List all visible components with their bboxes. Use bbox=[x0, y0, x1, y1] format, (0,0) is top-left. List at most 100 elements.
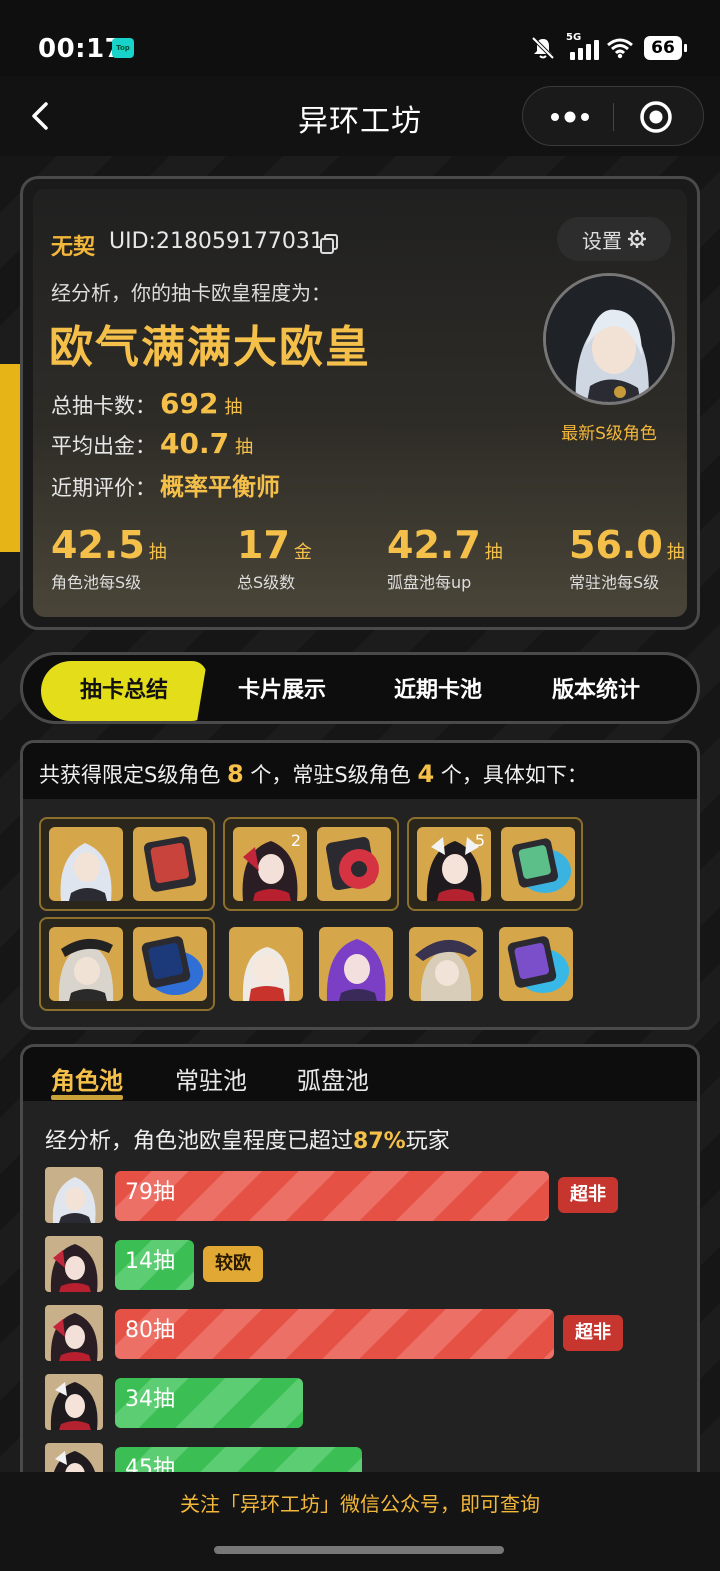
settings-label: 设置 bbox=[582, 228, 622, 253]
character-card[interactable]: 2 bbox=[233, 827, 307, 901]
avg-pulls-unit: 抽 bbox=[235, 437, 254, 458]
disc-art-icon bbox=[133, 827, 207, 901]
limited-count: 8 bbox=[227, 760, 244, 788]
total-pulls-label: 总抽卡数： bbox=[51, 394, 156, 418]
stat-total-s: 17 金 总S级数 bbox=[237, 523, 312, 593]
top-app-icon: Top bbox=[112, 38, 134, 58]
disc-card[interactable] bbox=[317, 827, 391, 901]
stat-label: 角色池每S级 bbox=[51, 573, 142, 592]
character-card[interactable] bbox=[319, 927, 393, 1001]
section-tabs: 抽卡总结 卡片展示 近期卡池 版本统计 bbox=[20, 652, 700, 724]
stat-unit: 抽 bbox=[148, 542, 167, 563]
disc-art-icon bbox=[317, 827, 391, 901]
avg-pulls-value: 40.7 bbox=[160, 427, 230, 460]
more-icon[interactable] bbox=[545, 109, 595, 125]
char-group[interactable]: 2 bbox=[223, 817, 399, 911]
avg-pulls-label: 平均出金： bbox=[51, 434, 156, 458]
rating-value: 概率平衡师 bbox=[160, 473, 280, 501]
footer-notice[interactable]: 关注「异环工坊」微信公众号，即可查询 bbox=[0, 1488, 720, 1517]
analysis-label: 经分析，你的抽卡欧皇程度为： bbox=[51, 281, 331, 305]
tab-summary[interactable]: 抽卡总结 bbox=[41, 661, 207, 721]
disc-card[interactable] bbox=[133, 827, 207, 901]
profile-card-inner: 无契 UID:218059177031 设置 经分析，你的抽卡欧皇程度为： 欧气… bbox=[33, 189, 687, 617]
bell-muted-icon bbox=[531, 36, 555, 60]
total-pulls-unit: 抽 bbox=[224, 397, 243, 418]
char-group[interactable] bbox=[39, 917, 215, 1011]
analysis-text: 玩家 bbox=[405, 1129, 450, 1154]
pull-row[interactable]: 34抽 bbox=[45, 1374, 685, 1432]
char-group[interactable]: 5 bbox=[407, 817, 583, 911]
disc-card[interactable] bbox=[499, 927, 573, 1001]
percentile-value: 87% bbox=[353, 1129, 406, 1154]
stat-label: 总S级数 bbox=[237, 573, 296, 592]
stat-label: 弧盘池每up bbox=[387, 573, 472, 592]
disc-art-icon bbox=[499, 927, 573, 1001]
total-pulls-line: 总抽卡数： 692 抽 bbox=[51, 387, 242, 420]
character-portrait-icon bbox=[49, 827, 123, 901]
pull-row[interactable]: 80抽 超非 bbox=[45, 1305, 685, 1363]
disc-card[interactable] bbox=[501, 827, 575, 901]
user-name: 无契 bbox=[51, 235, 96, 260]
miniprogram-capsule bbox=[522, 86, 704, 146]
stat-char-pool: 42.5 抽 角色池每S级 bbox=[51, 523, 167, 593]
tab-cards[interactable]: 卡片展示 bbox=[219, 661, 345, 721]
summary-stats: 42.5 抽 角色池每S级 17 金 总S级数 42.7 抽 弧盘池每up 56.0 抽… bbox=[33, 523, 687, 603]
pull-avatar bbox=[45, 1305, 103, 1361]
character-card[interactable] bbox=[409, 927, 483, 1001]
disc-card[interactable] bbox=[133, 927, 207, 1001]
stat-unit: 抽 bbox=[666, 542, 685, 563]
latest-s-avatar[interactable] bbox=[543, 273, 675, 405]
home-indicator[interactable] bbox=[214, 1546, 504, 1554]
pool-tab-standard[interactable]: 常驻池 bbox=[175, 1061, 247, 1096]
disc-art-icon bbox=[133, 927, 207, 1001]
character-portrait-icon bbox=[45, 1305, 103, 1361]
capsule-divider bbox=[613, 103, 614, 131]
stat-disc-pool: 42.7 抽 弧盘池每up bbox=[387, 523, 503, 593]
chars-header: 共获得限定S级角色 8 个，常驻S级角色 4 个，具体如下： bbox=[23, 743, 697, 799]
pool-tab-character[interactable]: 角色池 bbox=[51, 1061, 123, 1096]
pool-tab-disc[interactable]: 弧盘池 bbox=[297, 1061, 369, 1096]
luck-tag: 超非 bbox=[563, 1315, 623, 1351]
standard-count: 4 bbox=[417, 760, 435, 788]
analysis-text: 经分析，角色池欧皇程度已超过 bbox=[45, 1129, 354, 1154]
decor-stripe bbox=[0, 364, 20, 552]
dupe-badge: 2 bbox=[290, 831, 301, 850]
nav-bar: 异环工坊 bbox=[0, 76, 720, 156]
footer-bar: 关注「异环工坊」微信公众号，即可查询 bbox=[0, 1472, 720, 1571]
character-card[interactable]: 5 bbox=[417, 827, 491, 901]
character-portrait-icon bbox=[546, 276, 672, 402]
active-tab-indicator bbox=[51, 1095, 123, 1100]
summary-text: 个，具体如下： bbox=[440, 763, 588, 787]
cellular-signal: 5G bbox=[566, 32, 599, 60]
pull-row[interactable]: 79抽 超非 bbox=[45, 1167, 685, 1225]
settings-button[interactable]: 设置 bbox=[557, 217, 671, 261]
pull-count-bar: 34抽 bbox=[115, 1378, 303, 1428]
stat-unit: 抽 bbox=[484, 542, 503, 563]
user-uid: UID:218059177031 bbox=[109, 229, 324, 254]
gear-icon bbox=[628, 230, 646, 248]
pool-tabs: 角色池 常驻池 弧盘池 bbox=[23, 1047, 697, 1101]
disc-art-icon bbox=[501, 827, 575, 901]
latest-s-label: 最新S级角色 bbox=[561, 424, 657, 444]
copy-icon[interactable] bbox=[319, 233, 339, 255]
character-card[interactable] bbox=[49, 827, 123, 901]
dupe-badge: 5 bbox=[474, 831, 485, 850]
character-portrait-icon bbox=[45, 1167, 103, 1223]
status-icons: 5G 66 bbox=[530, 32, 687, 60]
stat-value: 17 bbox=[237, 523, 290, 567]
close-target-icon[interactable] bbox=[639, 100, 673, 134]
character-card[interactable] bbox=[49, 927, 123, 1001]
chars-summary: 共获得限定S级角色 8 个，常驻S级角色 4 个，具体如下： bbox=[39, 759, 588, 789]
pull-count-bar: 80抽 bbox=[115, 1309, 554, 1359]
total-pulls-value: 692 bbox=[160, 387, 219, 420]
pull-row[interactable]: 14抽 较欧 bbox=[45, 1236, 685, 1294]
rating-label: 近期评价： bbox=[51, 476, 156, 500]
character-card[interactable] bbox=[229, 927, 303, 1001]
character-portrait-icon bbox=[45, 1236, 103, 1292]
char-group[interactable] bbox=[39, 817, 215, 911]
profile-card: 无契 UID:218059177031 设置 经分析，你的抽卡欧皇程度为： 欧气… bbox=[20, 176, 700, 630]
pull-avatar bbox=[45, 1167, 103, 1223]
tab-recent-pools[interactable]: 近期卡池 bbox=[375, 661, 501, 721]
tab-version-stats[interactable]: 版本统计 bbox=[533, 661, 659, 721]
pool-analysis: 经分析，角色池欧皇程度已超过87%玩家 bbox=[45, 1123, 450, 1155]
